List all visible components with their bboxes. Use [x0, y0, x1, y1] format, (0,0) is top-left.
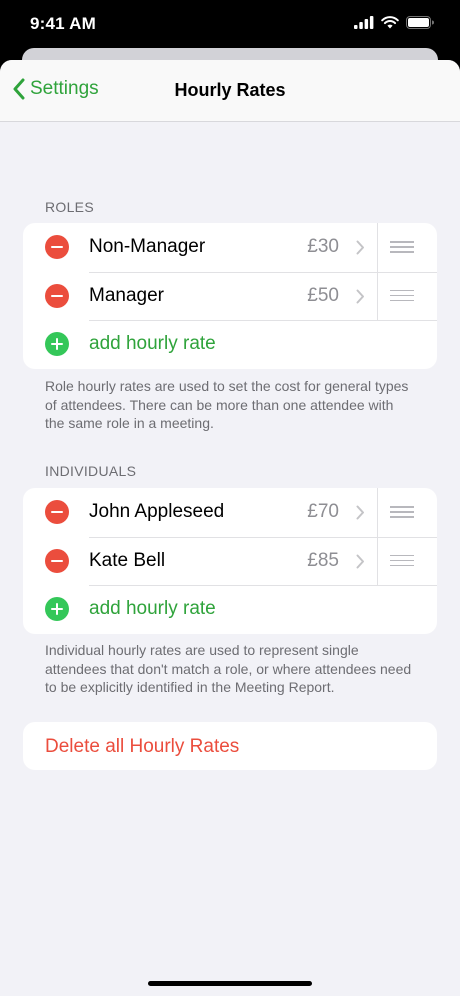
roles-footer: Role hourly rates are used to set the co…	[45, 378, 409, 431]
individuals-section-header: INDIVIDUALS	[45, 463, 137, 479]
delete-rate-button[interactable]	[45, 235, 69, 259]
individual-row[interactable]: Kate Bell £85	[23, 536, 437, 585]
chevron-right-icon	[356, 289, 364, 303]
rate-name: Manager	[89, 284, 164, 306]
rate-value: £70	[307, 501, 339, 523]
drag-handle-icon[interactable]	[377, 271, 437, 320]
role-row[interactable]: Manager £50	[23, 271, 437, 320]
rate-value: £30	[307, 236, 339, 258]
status-bar: 9:41 AM	[0, 0, 460, 50]
status-time: 9:41 AM	[30, 14, 96, 33]
chevron-right-icon	[356, 554, 364, 568]
drag-handle-icon[interactable]	[377, 488, 437, 537]
cellular-signal-icon	[354, 16, 374, 29]
individuals-footer: Individual hourly rates are used to repr…	[45, 642, 412, 695]
rate-name: Non-Manager	[89, 236, 206, 258]
battery-icon	[406, 16, 434, 29]
page-title: Hourly Rates	[174, 80, 286, 100]
chevron-right-icon	[356, 505, 364, 520]
wifi-icon	[381, 16, 399, 29]
hourly-rates-sheet: Settings Hourly Rates ROLES Non-Manager …	[0, 60, 460, 996]
roles-section-header: ROLES	[45, 199, 94, 215]
drag-handle-icon[interactable]	[377, 536, 437, 585]
add-individual-rate-button[interactable]: add hourly rate	[23, 585, 437, 634]
plus-icon	[45, 597, 69, 621]
rate-name: Kate Bell	[89, 549, 166, 571]
role-row[interactable]: Non-Manager £30	[23, 223, 437, 272]
delete-rate-button[interactable]	[45, 283, 69, 308]
roles-group: Non-Manager £30 Manager £50 add hourly r…	[23, 223, 437, 369]
delete-all-label: Delete all Hourly Rates	[45, 736, 240, 757]
add-label: add hourly rate	[89, 598, 216, 620]
add-label: add hourly rate	[89, 333, 216, 355]
navigation-bar: Settings Hourly Rates	[0, 60, 460, 122]
status-icons	[354, 16, 434, 29]
delete-rate-button[interactable]	[45, 548, 69, 573]
individuals-group: John Appleseed £70 Kate Bell £85 add hou…	[23, 488, 437, 634]
individual-row[interactable]: John Appleseed £70	[23, 488, 437, 537]
delete-rate-button[interactable]	[45, 500, 69, 524]
rate-value: £50	[307, 284, 339, 306]
rate-value: £85	[307, 549, 339, 571]
drag-handle-icon[interactable]	[377, 223, 437, 272]
delete-all-hourly-rates-button[interactable]: Delete all Hourly Rates	[23, 722, 437, 770]
plus-icon	[45, 332, 69, 356]
rate-name: John Appleseed	[89, 501, 225, 523]
chevron-right-icon	[356, 240, 364, 255]
add-role-rate-button[interactable]: add hourly rate	[23, 320, 437, 369]
home-indicator	[148, 981, 312, 986]
